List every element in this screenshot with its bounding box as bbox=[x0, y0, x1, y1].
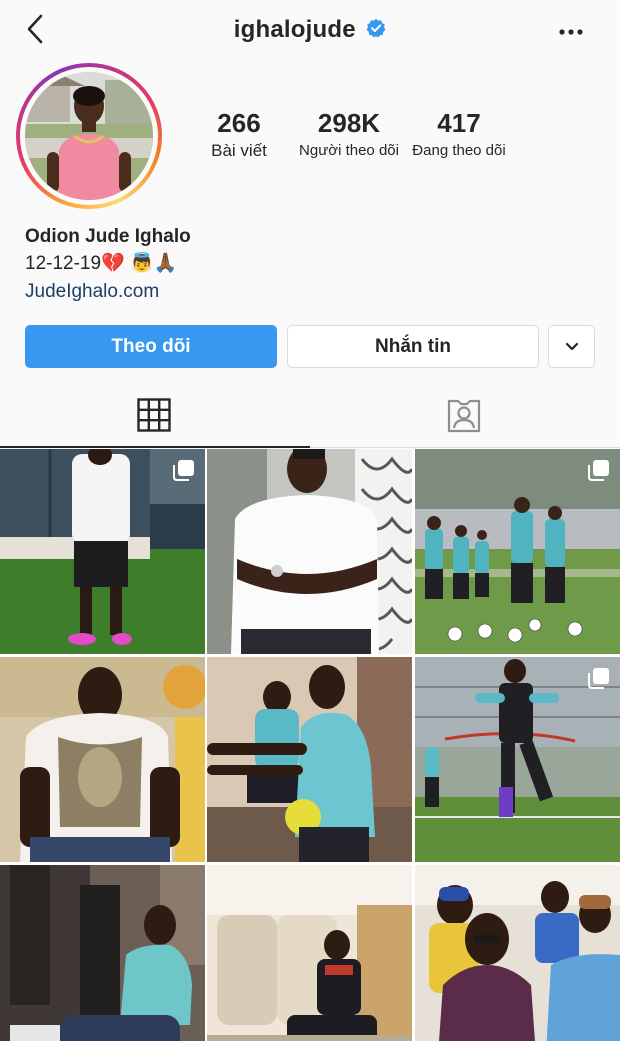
story-ring[interactable] bbox=[16, 63, 162, 209]
profile-tabs bbox=[0, 384, 620, 448]
profile-bio: Odion Jude Ighalo 12-12-19💔 👼🙏🏾 JudeIgha… bbox=[25, 224, 585, 306]
post-thumbnail[interactable] bbox=[0, 657, 205, 862]
tab-tagged[interactable] bbox=[310, 384, 620, 448]
profile-stats: 266 Bài viết 298K Người theo dõi 417 Đan… bbox=[188, 108, 548, 178]
profile-title: ighalojude bbox=[0, 16, 620, 44]
posts-grid bbox=[0, 449, 620, 1041]
post-thumbnail[interactable] bbox=[0, 449, 205, 654]
following-count[interactable]: 417 Đang theo dõi bbox=[394, 108, 524, 162]
username: ighalojude bbox=[233, 16, 356, 43]
following-count-value: 417 bbox=[437, 108, 481, 138]
more-options-button[interactable] bbox=[558, 22, 584, 42]
post-thumbnail[interactable] bbox=[207, 657, 412, 862]
multiple-posts-icon bbox=[588, 668, 609, 689]
website-link[interactable]: JudeIghalo.com bbox=[25, 278, 585, 306]
chevron-down-icon bbox=[565, 342, 579, 351]
top-bar: ighalojude bbox=[0, 0, 620, 64]
suggested-accounts-button[interactable] bbox=[548, 325, 595, 368]
post-thumbnail[interactable] bbox=[0, 865, 205, 1041]
profile-page: ighalojude 266 Bài viết 298K Người theo … bbox=[0, 0, 620, 1041]
post-thumbnail[interactable] bbox=[415, 449, 620, 654]
follow-button[interactable]: Theo dõi bbox=[25, 325, 277, 368]
bio-text: 12-12-19💔 👼🙏🏾 bbox=[25, 253, 178, 274]
post-thumbnail[interactable] bbox=[207, 865, 412, 1041]
multiple-posts-icon bbox=[588, 460, 609, 481]
avatar bbox=[25, 72, 153, 200]
verified-badge-icon bbox=[366, 18, 386, 38]
post-thumbnail[interactable] bbox=[207, 449, 412, 654]
grid-icon bbox=[137, 398, 171, 432]
following-count-label: Đang theo dõi bbox=[412, 142, 506, 159]
post-thumbnail[interactable] bbox=[415, 657, 620, 862]
message-button[interactable]: Nhắn tin bbox=[287, 325, 539, 368]
post-thumbnail[interactable] bbox=[415, 865, 620, 1041]
display-name: Odion Jude Ighalo bbox=[25, 226, 191, 247]
multiple-posts-icon bbox=[173, 460, 194, 481]
ellipsis-icon bbox=[559, 29, 583, 35]
tab-grid[interactable] bbox=[0, 384, 310, 448]
tagged-person-icon bbox=[447, 399, 481, 433]
